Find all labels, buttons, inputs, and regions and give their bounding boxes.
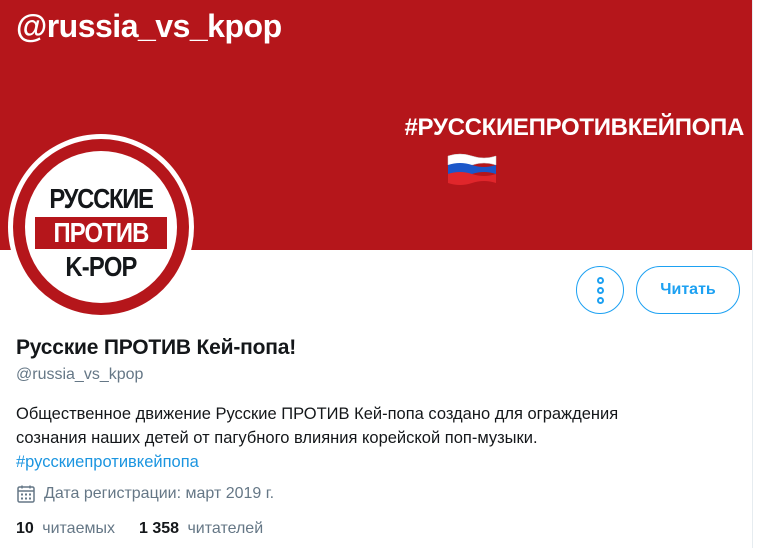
avatar-logo: РУССКИЕ ПРОТИВ K-POP: [13, 139, 189, 315]
russian-flag-icon: [447, 153, 497, 185]
calendar-icon: [17, 485, 35, 503]
avatar-logo-line2: ПРОТИВ: [53, 217, 150, 248]
banner-handle-text: @russia_vs_kpop: [16, 8, 282, 44]
following-stat[interactable]: 10 читаемых: [16, 520, 115, 538]
followers-label: читателей: [187, 520, 264, 537]
bio-hashtag-link[interactable]: #русскиепротивкейпопа: [16, 453, 199, 471]
bio-line: Общественное движение Русские ПРОТИВ Кей…: [16, 405, 619, 423]
avatar-logo-line3: K-POP: [65, 251, 137, 282]
more-vertical-icon-dot: [597, 287, 604, 294]
avatar-logo-center: РУССКИЕ ПРОТИВ K-POP: [25, 151, 177, 303]
following-label: читаемых: [42, 520, 115, 537]
profile-name: Русские ПРОТИВ Кей-попа!: [16, 336, 297, 359]
followers-stat[interactable]: 1 358 читателей: [139, 520, 263, 538]
profile-screen-name: @russia_vs_kpop: [16, 366, 144, 383]
bio-line: сознания наших детей от пагубного влияни…: [16, 429, 538, 447]
join-date: Дата регистрации: март 2019 г.: [16, 484, 274, 504]
followers-count: 1 358: [138, 520, 180, 537]
profile-page: @russia_vs_kpop #РУССКИЕПРОТИВКЕЙПОПА РУ…: [0, 0, 760, 548]
join-date-text: Дата регистрации: март 2019 г.: [44, 485, 275, 502]
avatar[interactable]: РУССКИЕ ПРОТИВ K-POP: [8, 134, 194, 320]
avatar-logo-line1: РУССКИЕ: [49, 183, 154, 214]
follow-button[interactable]: Читать: [636, 266, 740, 314]
more-vertical-icon-dot: [597, 297, 604, 304]
profile-bio: Общественное движение Русские ПРОТИВ Кей…: [16, 402, 716, 474]
column-divider: [752, 0, 760, 548]
banner-hashtag-text: #РУССКИЕПРОТИВКЕЙПОПА: [404, 114, 745, 141]
more-vertical-icon: [597, 277, 604, 284]
following-count: 10: [16, 520, 34, 537]
more-options-button[interactable]: [576, 266, 624, 314]
profile-stats: 10 читаемых 1 358 читателей: [16, 520, 287, 538]
